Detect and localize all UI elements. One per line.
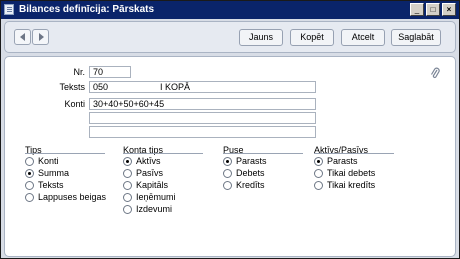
window-title: Bilances definīcija: Pārskats [19,4,155,15]
radio-label: Tikai kredīts [327,180,376,190]
radio-circle [123,181,132,190]
accounts-field-1[interactable]: 30+40+50+60+45 [89,98,316,110]
radio-circle [123,193,132,202]
tips-divider [25,153,105,154]
radio-circle [223,181,232,190]
new-button[interactable]: Jauns [239,29,283,46]
copy-button[interactable]: Kopēt [290,29,334,46]
radio-circle [25,181,34,190]
accounts-field-2[interactable] [89,112,316,124]
nr-field[interactable]: 70 [89,66,131,78]
radio-label: Teksts [38,180,64,190]
title-bar[interactable]: Bilances definīcija: Pārskats _ □ × [1,1,459,19]
text-label: Teksts [59,82,85,92]
radio-circle [123,169,132,178]
radio-circle [123,205,132,214]
text-code: 050 [93,82,109,92]
account-type-divider [123,153,203,154]
radio-label: Lappuses beigas [38,192,107,202]
radio-circle [25,193,34,202]
previous-record-button[interactable] [14,29,31,45]
side-divider [223,153,303,154]
radio-label: Pasīvs [136,168,164,178]
radio-label: Kredīts [236,180,265,190]
radio-circle-selected [123,157,132,166]
arrow-left-icon [20,33,25,41]
radio-label: Parasts [327,156,358,166]
next-record-button[interactable] [32,29,49,45]
arrow-right-icon [39,33,44,41]
radio-circle-selected [223,157,232,166]
nr-label: Nr. [73,67,85,77]
asset-liability-divider [314,153,394,154]
save-button[interactable]: Saglabāt [391,29,441,46]
radio-circle [223,169,232,178]
maximize-button[interactable]: □ [426,3,440,16]
text-title: I KOPĀ [160,82,191,92]
radio-label: Ieņēmumi [136,192,176,202]
radio-circle [314,169,323,178]
window: Bilances definīcija: Pārskats _ □ × Jaun… [0,0,460,259]
accounts-field-3[interactable] [89,126,316,138]
radio-circle [314,181,323,190]
form-panel: Nr. 70 Teksts 050 I KOPĀ Konti 30+40+50+6… [4,56,456,257]
cancel-button[interactable]: Atcelt [341,29,385,46]
radio-circle [25,157,34,166]
radio-label: Parasts [236,156,267,166]
document-icon [4,4,14,15]
radio-label: Tikai debets [327,168,376,178]
radio-label: Konti [38,156,59,166]
radio-label: Aktīvs [136,156,161,166]
radio-label: Summa [38,168,70,178]
radio-label: Izdevumi [136,204,173,214]
radio-label: Debets [236,168,265,178]
close-button[interactable]: × [442,3,456,16]
paperclip-icon[interactable] [430,66,440,80]
radio-circle-selected [25,169,34,178]
accounts-label: Konti [64,99,85,109]
minimize-button[interactable]: _ [410,3,424,16]
toolbar: Jauns Kopēt Atcelt Saglabāt [4,21,456,53]
text-field[interactable]: 050 I KOPĀ [89,81,316,93]
radio-circle-selected [314,157,323,166]
radio-label: Kapitāls [136,180,169,190]
